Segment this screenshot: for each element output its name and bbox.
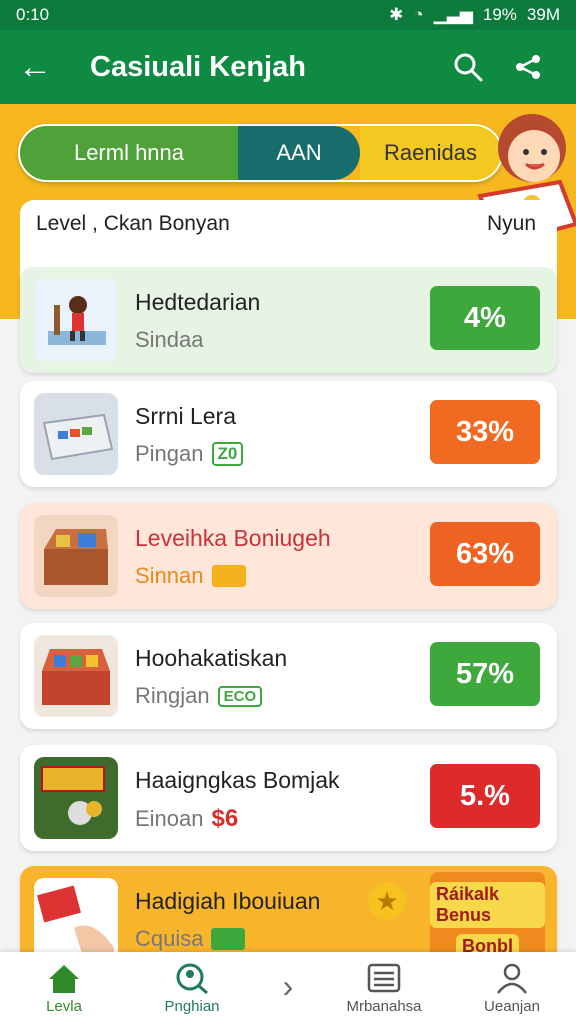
app-bar: ← Casiuali Kenjah (0, 30, 576, 104)
nav-item-chevron[interactable]: › (256, 952, 320, 1024)
wifi-icon: ◔ (413, 5, 424, 24)
list-header-right: Nyun (486, 212, 536, 235)
item-thumbnail (34, 878, 118, 960)
list-header-left: Level , Ckan Bonyan (36, 212, 230, 235)
item-thumbnail (34, 393, 118, 475)
nav-item-home[interactable]: Levla (0, 952, 128, 1024)
progress-badge: 33% (430, 400, 540, 464)
status-time: 0:10 (16, 5, 50, 24)
list-header: Level , Ckan Bonyan Nyun (36, 212, 536, 246)
item-subtitle: Cquisa (135, 926, 246, 952)
chevron-right-icon: › (282, 968, 294, 1004)
item-title: Hedtedarian (135, 289, 261, 315)
nav-item-user[interactable]: Ueanjan (448, 952, 576, 1024)
item-thumbnail (34, 279, 118, 361)
price-tag: $6 (211, 805, 239, 832)
home-icon (49, 965, 79, 993)
bottom-nav: Levla Pnghian › Mrbanahsa Ueanjan (0, 952, 576, 1024)
battery-label: 19% (482, 5, 517, 24)
item-subtitle: Sinnan (135, 563, 246, 589)
nav-item-list[interactable]: Mrbanahsa (320, 952, 448, 1024)
progress-badge: 5.% (430, 764, 540, 828)
ticket-icon (211, 565, 246, 587)
search-user-icon (176, 963, 208, 995)
signal-icon: ▁▃▅ (433, 5, 473, 24)
item-subtitle: Ringjan ECO (135, 683, 263, 709)
star-icon: ★ (368, 882, 406, 920)
list-item[interactable]: Leveihka Boniugeh Sinnan 63% (20, 503, 557, 609)
item-title: Srrni Lera (135, 403, 236, 429)
item-subtitle: Einoan $6 (135, 805, 239, 832)
list-item[interactable]: Srrni Lera Pingan Z0 33% (20, 381, 557, 487)
share-icon (516, 55, 540, 79)
ticket-icon (211, 928, 246, 950)
item-title: Hoohakatiskan (135, 645, 288, 671)
progress-badge: 57% (430, 642, 540, 706)
tab-lerml[interactable]: Lerml hnna (20, 126, 238, 180)
tab-bar: Lerml hnna AAN Raenidas (18, 124, 503, 182)
progress-badge: 63% (430, 522, 540, 586)
item-title: Leveihka Boniugeh (135, 525, 331, 551)
item-title: Haaigngkas Bomjak (135, 767, 340, 793)
progress-badge: 4% (430, 286, 540, 350)
status-bar: 0:10 ✱ ◔ ▁▃▅ 19% 39M (0, 0, 576, 30)
ticket-tag: ECO (217, 685, 263, 707)
list-item[interactable]: Hedtedarian Sindaa 4% (20, 267, 557, 373)
item-thumbnail (34, 635, 118, 717)
ticket-tag: Z0 (211, 442, 244, 466)
item-thumbnail (34, 515, 118, 597)
page-title: Casiuali Kenjah (90, 50, 306, 83)
bluetooth-icon: ✱ (389, 5, 404, 24)
nav-item-search-user[interactable]: Pnghian (128, 952, 256, 1024)
search-button[interactable] (438, 52, 498, 82)
item-subtitle: Pingan Z0 (135, 441, 244, 467)
list-item[interactable]: Haaigngkas Bomjak Einoan $6 5.% (20, 745, 557, 851)
share-button[interactable] (498, 52, 558, 82)
item-subtitle: Sindaa (135, 327, 204, 352)
search-icon (454, 53, 483, 82)
list-item[interactable]: Hoohakatiskan Ringjan ECO 57% (20, 623, 557, 729)
item-title: Hadigiah Ibouiuan (135, 888, 321, 914)
list-icon (367, 963, 401, 993)
item-thumbnail (34, 757, 118, 839)
back-button[interactable]: ← (18, 48, 64, 87)
user-icon (497, 963, 527, 994)
status-clock-right: 39M (526, 5, 560, 24)
status-icons: ✱ ◔ ▁▃▅ 19% 39M (389, 5, 560, 25)
tab-aan[interactable]: AAN (238, 126, 360, 180)
